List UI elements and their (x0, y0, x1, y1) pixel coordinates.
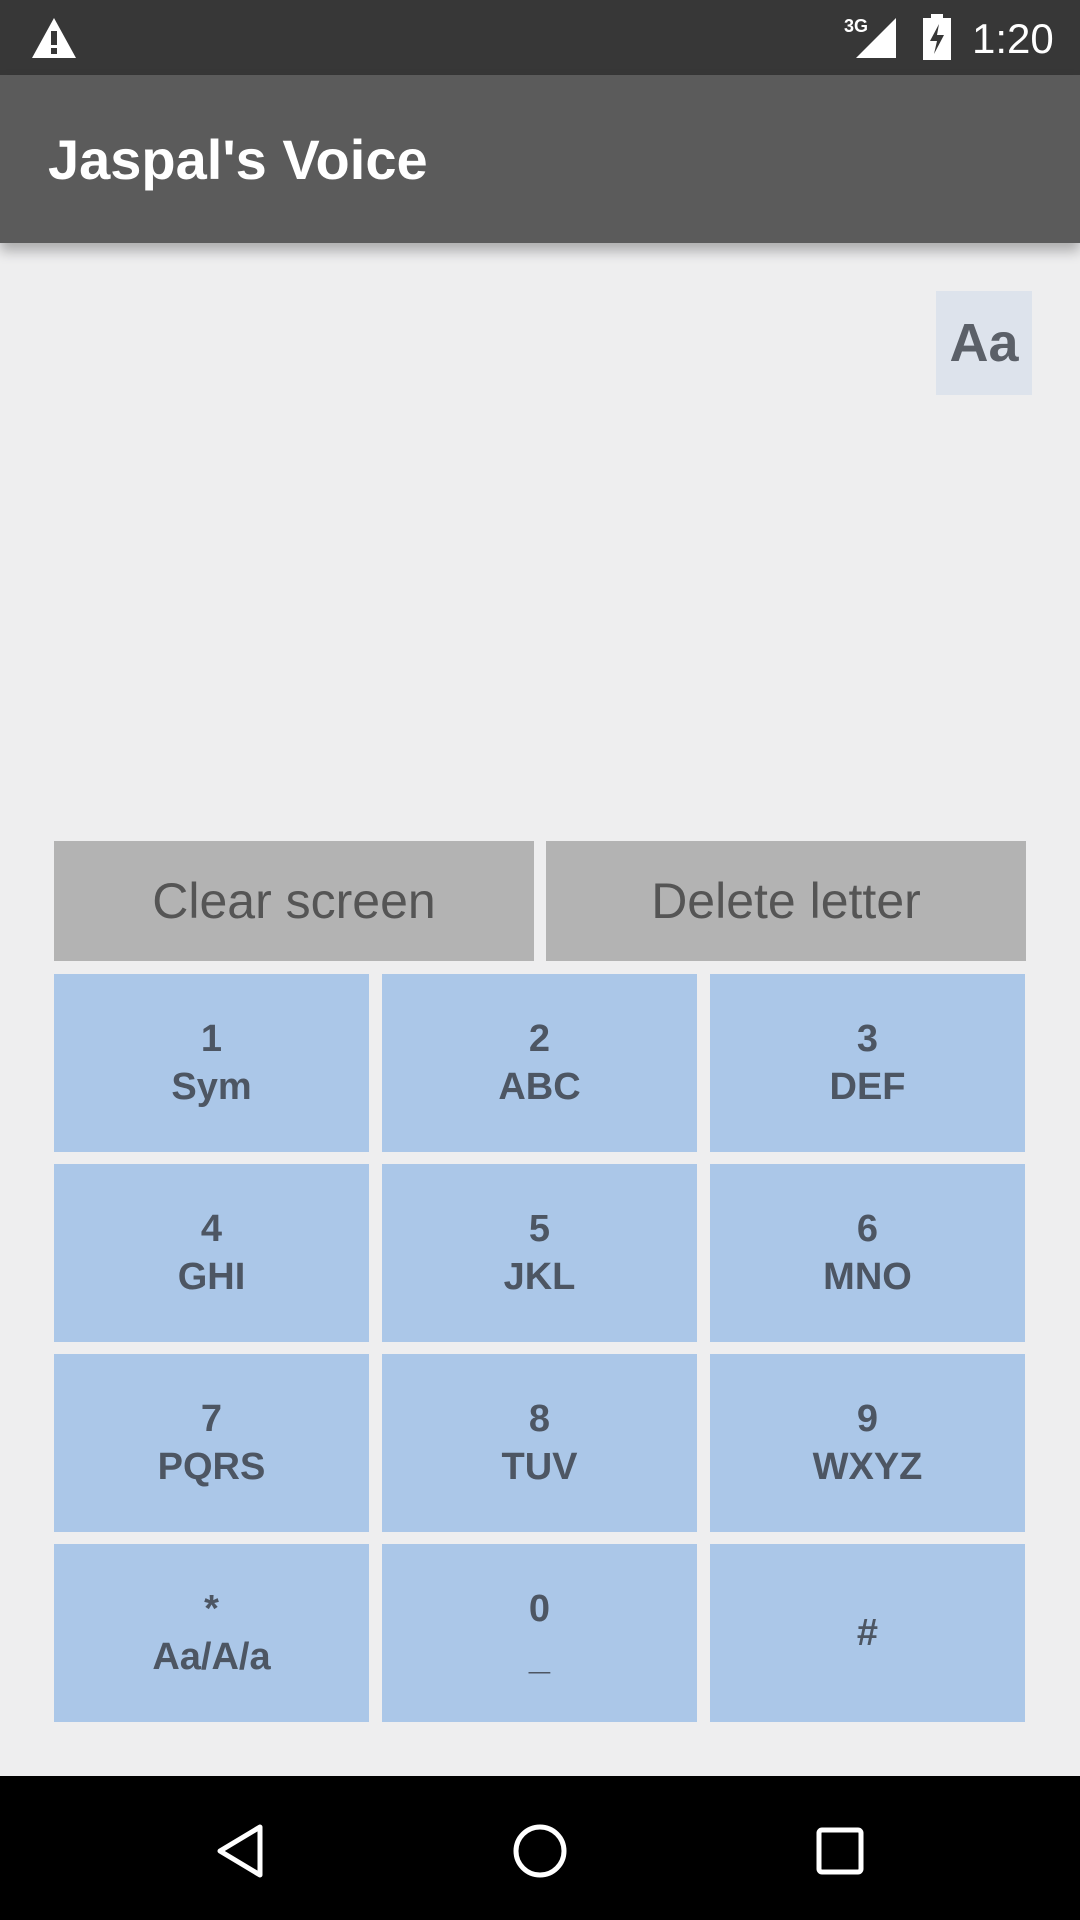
keypad-key-1[interactable]: 1 Sym (54, 974, 369, 1152)
case-toggle-button[interactable]: Aa (936, 291, 1032, 395)
key-letters-label: Sym (171, 1066, 252, 1108)
key-letters-label: MNO (823, 1256, 912, 1298)
back-icon (217, 1824, 263, 1878)
key-digit-label: 4 (200, 1208, 223, 1250)
keypad-key-9[interactable]: 9 WXYZ (710, 1354, 1025, 1532)
key-digit-label: * (204, 1588, 219, 1630)
keypad-key-8[interactable]: 8 TUV (382, 1354, 697, 1532)
key-digit-label: 7 (200, 1398, 223, 1440)
keypad-key-11[interactable]: 0 _ (382, 1544, 697, 1722)
app-title: Jaspal's Voice (48, 128, 428, 191)
battery-charging-icon (923, 14, 951, 60)
key-digit-label: 5 (528, 1208, 551, 1250)
keypad-key-2[interactable]: 2 ABC (382, 974, 697, 1152)
keypad-key-3[interactable]: 3 DEF (710, 974, 1025, 1152)
recents-icon (816, 1827, 864, 1875)
key-digit-label: 2 (528, 1018, 551, 1060)
keypad-key-7[interactable]: 7 PQRS (54, 1354, 369, 1532)
recents-button[interactable] (805, 1816, 875, 1886)
key-digit-label: 9 (856, 1398, 879, 1440)
clear-screen-button[interactable]: Clear screen (54, 841, 534, 961)
status-bar: 3G 1:20 (0, 0, 1080, 75)
key-digit-label: 1 (200, 1018, 223, 1060)
key-letters-label: Aa/A/a (152, 1636, 271, 1678)
key-digit-label: 6 (856, 1208, 879, 1250)
key-digit-label: 0 (528, 1588, 551, 1630)
keypad-key-12[interactable]: # (710, 1544, 1025, 1722)
navigation-bar (0, 1776, 1080, 1920)
back-button[interactable] (205, 1816, 275, 1886)
warning-icon (32, 18, 76, 58)
app-bar: Jaspal's Voice (0, 75, 1080, 243)
key-letters-label: _ (528, 1636, 551, 1678)
key-letters-label: TUV (501, 1446, 578, 1488)
key-letters-label: WXYZ (812, 1446, 923, 1488)
status-time: 1:20 (972, 15, 1054, 62)
home-button[interactable] (505, 1816, 575, 1886)
keypad-key-5[interactable]: 5 JKL (382, 1164, 697, 1342)
signal-icon: 3G (844, 16, 896, 58)
key-digit-label: 3 (856, 1018, 879, 1060)
home-icon (513, 1824, 567, 1878)
network-type-label: 3G (844, 16, 868, 36)
key-letters-label: JKL (503, 1256, 576, 1298)
keypad-key-4[interactable]: 4 GHI (54, 1164, 369, 1342)
key-letters-label: DEF (829, 1066, 906, 1108)
key-letters-label: ABC (498, 1066, 581, 1108)
delete-letter-button[interactable]: Delete letter (546, 841, 1026, 961)
keypad-key-10[interactable]: * Aa/A/a (54, 1544, 369, 1722)
key-digit-label: 8 (528, 1398, 551, 1440)
key-letters-label: PQRS (157, 1446, 266, 1488)
keypad-key-6[interactable]: 6 MNO (710, 1164, 1025, 1342)
key-letters-label: GHI (177, 1256, 246, 1298)
key-digit-label: # (856, 1612, 879, 1654)
